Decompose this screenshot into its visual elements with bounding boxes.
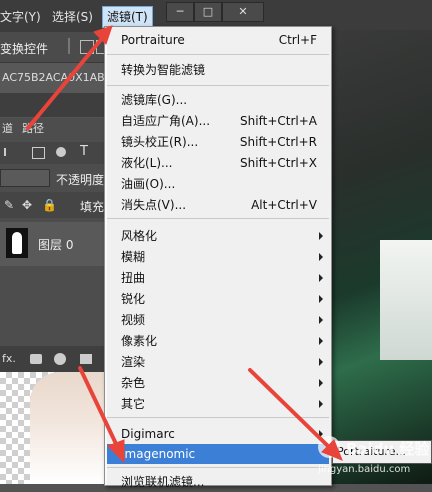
arrow-to-portraiture: [248, 368, 332, 450]
arrow-to-filter-menu: [26, 34, 106, 130]
arrow-head-icon: [93, 25, 113, 45]
arrow-to-imagenomic: [78, 366, 120, 450]
arrow-head-icon: [107, 439, 125, 464]
annotation-arrows: [26, 25, 343, 464]
